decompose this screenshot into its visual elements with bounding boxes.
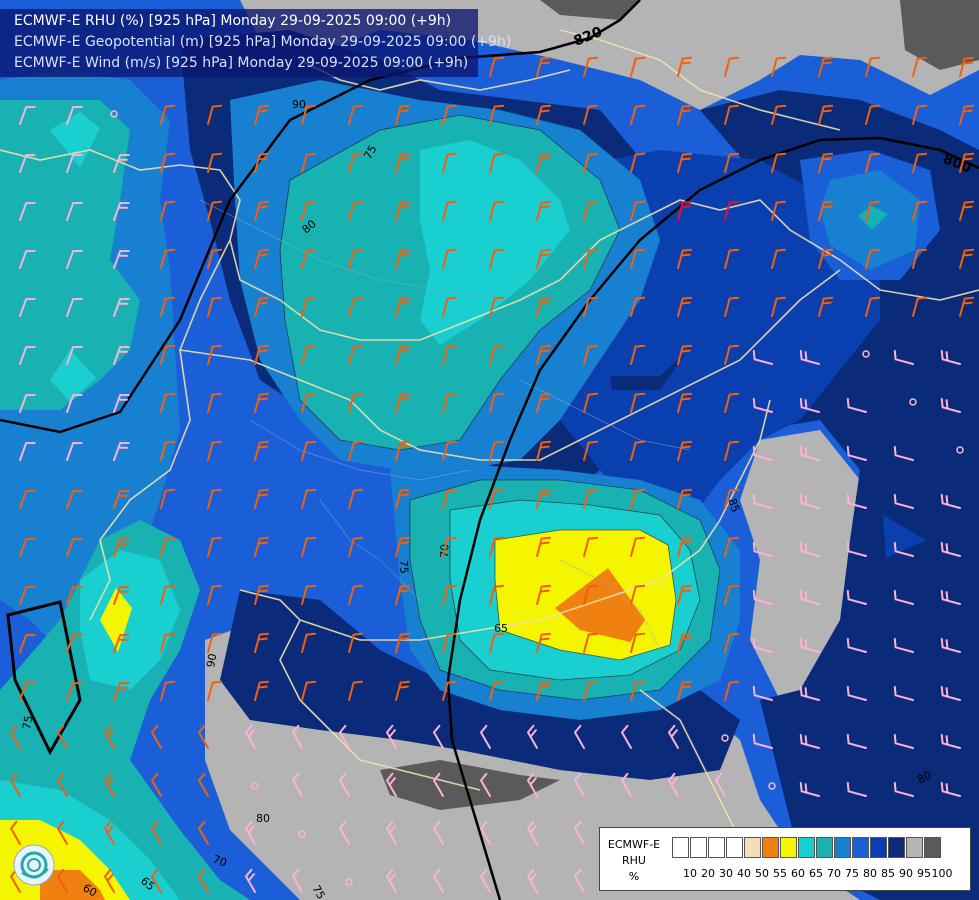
rhu-label: 90 [204,652,219,668]
rhu-label: 75 [20,714,35,730]
rhu-label: 75 [397,560,410,574]
legend-swatch [906,837,923,858]
legend-swatch [870,837,887,858]
legend-tick-label: 75 [845,867,859,880]
legend-tick-label: 60 [791,867,805,880]
legend-title-unit: % [628,870,640,883]
legend-tick-label: 30 [719,867,733,880]
rhu-map: 820 800 90 75 80 85 70 75 65 90 75 80 80… [0,0,979,900]
legend-swatch [888,837,905,858]
legend-tick-label: 85 [881,867,895,880]
legend-swatch [762,837,779,858]
provider-logo-icon [13,844,55,886]
legend-swatch [708,837,725,858]
rhu-label: 80 [256,812,270,825]
legend-swatch [798,837,815,858]
legend-tick-label: 50 [755,867,769,880]
legend-tick-label: 100 [931,867,953,880]
legend-swatch [672,837,689,858]
legend-swatch [726,837,743,858]
legend-title-model: ECMWF-E [607,838,661,851]
legend-title-variable: RHU [622,854,646,867]
legend-tick-label: 70 [827,867,841,880]
rhu-label: 90 [292,98,306,111]
legend-tick-label: 55 [773,867,787,880]
legend-tick-label: 20 [701,867,715,880]
geopotential-title: ECMWF-E Geopotential (m) [925 hPa] Monda… [14,34,512,50]
wind-title: ECMWF-E Wind (m/s) [925 hPa] Monday 29-0… [14,55,469,71]
legend-swatch [744,837,761,858]
legend-tick-label: 95 [917,867,931,880]
legend-swatch [780,837,797,858]
legend-tick-label: 65 [809,867,823,880]
title-panel: ECMWF-E RHU (%) [925 hPa] Monday 29-09-2… [0,9,511,77]
legend-tick-label: 90 [899,867,913,880]
color-legend: ECMWF-E RHU % 10 20 30 40 50 55 60 65 70 75 80 85 90… [599,827,971,891]
legend-swatch [924,837,941,858]
legend-swatch [690,837,707,858]
rhu-title: ECMWF-E RHU (%) [925 hPa] Monday 29-09-2… [14,13,452,29]
legend-tick-label: 40 [737,867,751,880]
legend-swatch [834,837,851,858]
legend-tick-label: 80 [863,867,877,880]
legend-tick-label: 10 [683,867,697,880]
legend-swatch [816,837,833,858]
legend-swatch [852,837,869,858]
